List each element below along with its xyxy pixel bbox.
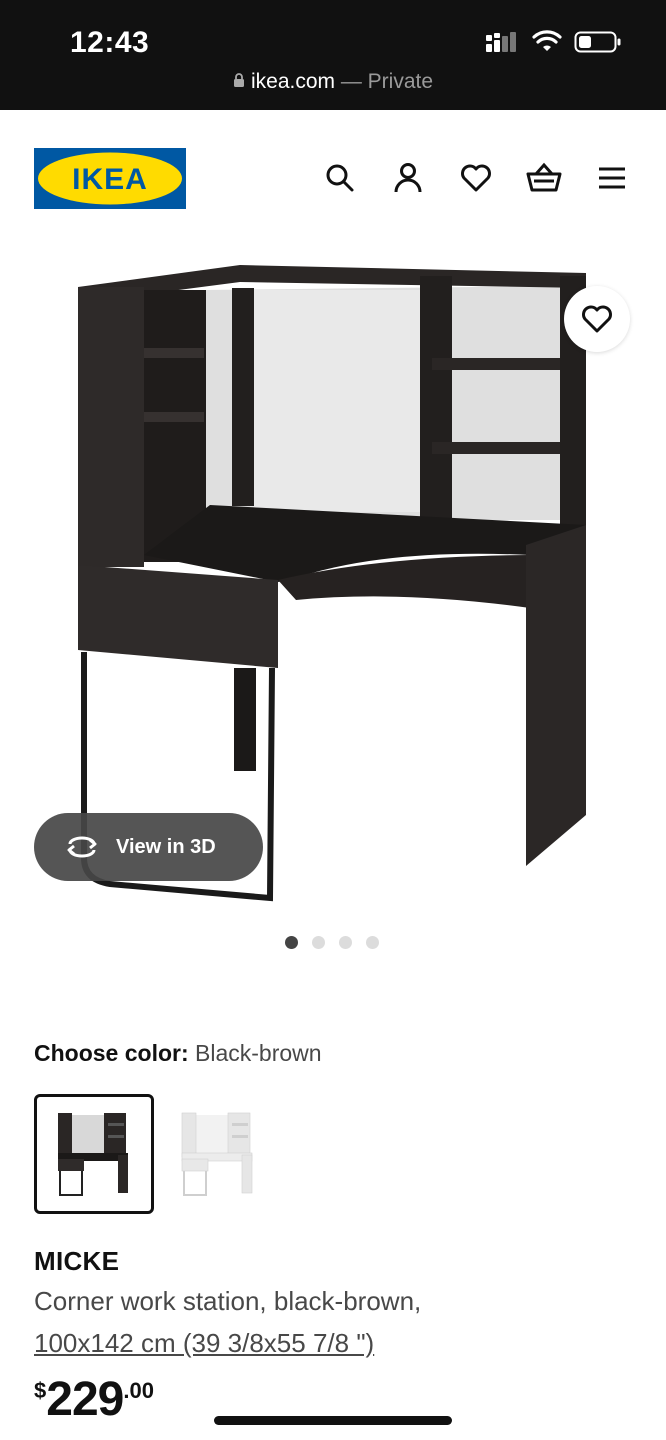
white-thumbnail [181,1112,253,1196]
color-option-black-brown[interactable] [34,1094,154,1214]
ikea-logo[interactable]: IKEA [34,148,186,209]
home-indicator[interactable] [214,1416,452,1425]
pagination-dot[interactable] [312,936,325,949]
product-name: MICKE [34,1246,120,1276]
heart-icon[interactable] [458,160,494,196]
product-description: Corner work station, black-brown, [34,1286,422,1316]
pagination-dot[interactable] [285,936,298,949]
status-bar: 12:43 ikea.com — Private [0,0,666,110]
heart-icon [582,305,612,333]
choose-color-label: Choose color: [34,1040,189,1066]
product-size-link[interactable]: 100x142 cm (39 3/8x55 7/8 ") [34,1328,374,1359]
price-decimal: .00 [123,1378,154,1403]
url-separator: — [335,70,368,93]
black-brown-thumbnail [58,1113,128,1196]
search-icon[interactable] [322,160,358,196]
url-text: ikea.com [250,70,335,93]
wifi-icon [532,30,562,51]
save-to-favorites-button[interactable] [564,286,630,352]
pagination-dot[interactable] [366,936,379,949]
site-header: IKEA [0,110,666,240]
rotate-3d-icon [67,836,97,858]
menu-icon[interactable] [594,160,630,196]
private-label: Private [367,70,434,93]
battery-icon [574,31,621,53]
url-bar[interactable]: ikea.com — Private [0,70,666,94]
price-currency: $ [34,1378,47,1403]
account-icon[interactable] [390,160,426,196]
logo-text: IKEA [72,163,148,196]
selected-color-value: Black-brown [195,1040,322,1066]
lock-icon [233,73,244,87]
view-in-3d-label: View in 3D [116,835,216,858]
image-pagination [285,936,379,949]
product-price: $229.00 [34,1372,154,1427]
price-integer: 229 [46,1373,124,1426]
status-icons [484,30,622,54]
header-actions [322,160,630,196]
view-in-3d-button[interactable]: View in 3D [34,813,263,881]
basket-icon[interactable] [526,160,562,196]
color-option-white[interactable] [158,1094,278,1214]
status-time: 12:43 [70,26,150,59]
cellular-signal-icon [486,32,516,52]
color-chooser-label: Choose color: Black-brown [34,1040,322,1067]
pagination-dot[interactable] [339,936,352,949]
